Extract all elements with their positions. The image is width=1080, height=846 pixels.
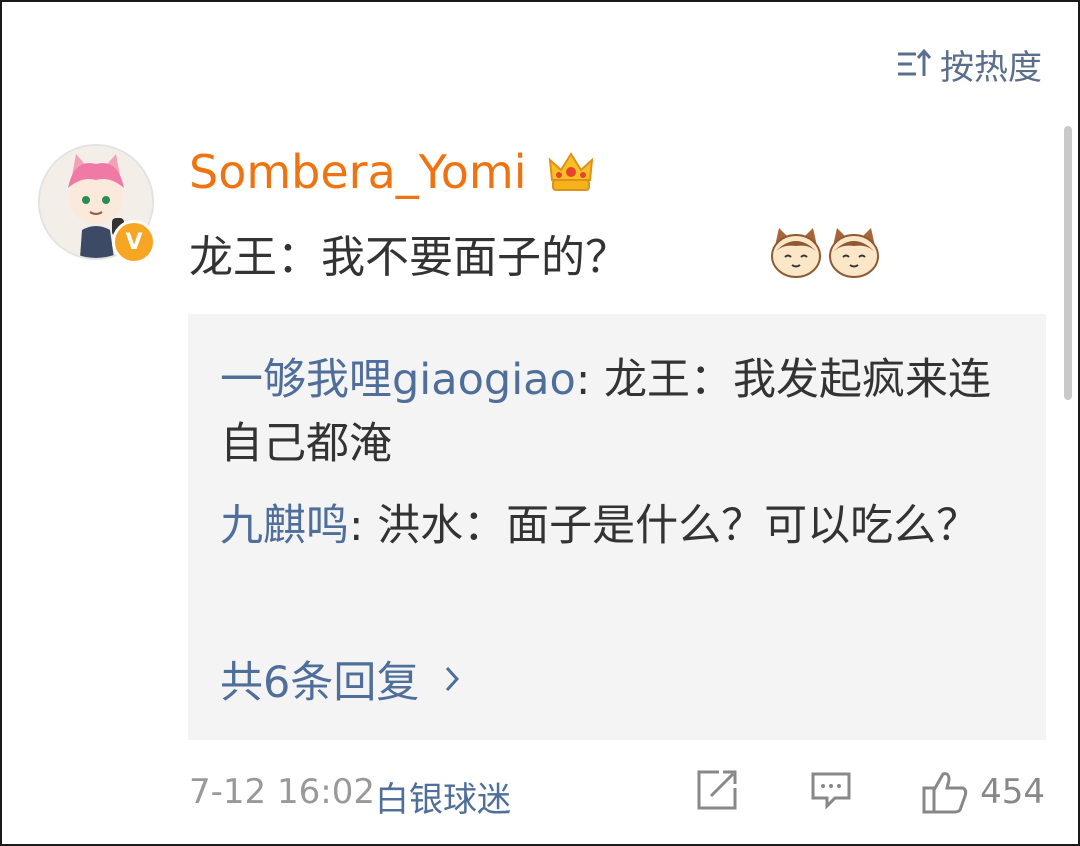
reply-author[interactable]: 一够我哩giaogiao — [220, 355, 576, 405]
reply-item: 一够我哩giaogiao: 龙王：我发起疯来连自己都淹 — [220, 348, 1020, 476]
more-replies-link[interactable]: 共6条回复 — [220, 648, 463, 710]
reply-separator: : — [349, 501, 378, 551]
cat-emoji — [771, 228, 821, 278]
more-replies-label: 共6条回复 — [220, 658, 420, 708]
comment-card: 按热度 V Sombera_Yomi 龙王：我不要面子的？ 一够我哩giaogi… — [0, 0, 1080, 846]
reply-separator: : — [575, 355, 604, 405]
sort-toggle[interactable]: 按热度 — [896, 42, 1042, 88]
scrollbar[interactable] — [1064, 126, 1072, 400]
comment-footer: 7-12 16:02 白银球迷 454 — [189, 768, 1049, 822]
sort-label: 按热度 — [940, 47, 1042, 88]
username[interactable]: Sombera_Yomi — [189, 142, 526, 202]
like-count: 454 — [980, 772, 1045, 812]
like-icon[interactable] — [921, 768, 969, 816]
chevron-right-icon — [446, 666, 460, 692]
share-icon[interactable] — [695, 768, 739, 812]
crown-icon[interactable] — [548, 150, 594, 194]
source-label[interactable]: 白银球迷 — [375, 772, 511, 821]
comment-icon[interactable] — [809, 768, 853, 812]
comment-text: 龙王：我不要面子的？ — [189, 232, 629, 283]
reply-author[interactable]: 九麒鸣 — [220, 501, 349, 551]
timestamp: 7-12 16:02 — [189, 772, 375, 812]
verified-badge: V — [112, 220, 156, 264]
cat-emoji — [829, 228, 879, 278]
reply-box[interactable]: 一够我哩giaogiao: 龙王：我发起疯来连自己都淹 九麒鸣: 洪水：面子是什… — [188, 314, 1046, 740]
reply-item: 九麒鸣: 洪水：面子是什么？可以吃么？ — [220, 494, 1020, 558]
reply-text: 洪水：面子是什么？可以吃么？ — [377, 501, 980, 551]
sort-icon — [898, 48, 932, 76]
